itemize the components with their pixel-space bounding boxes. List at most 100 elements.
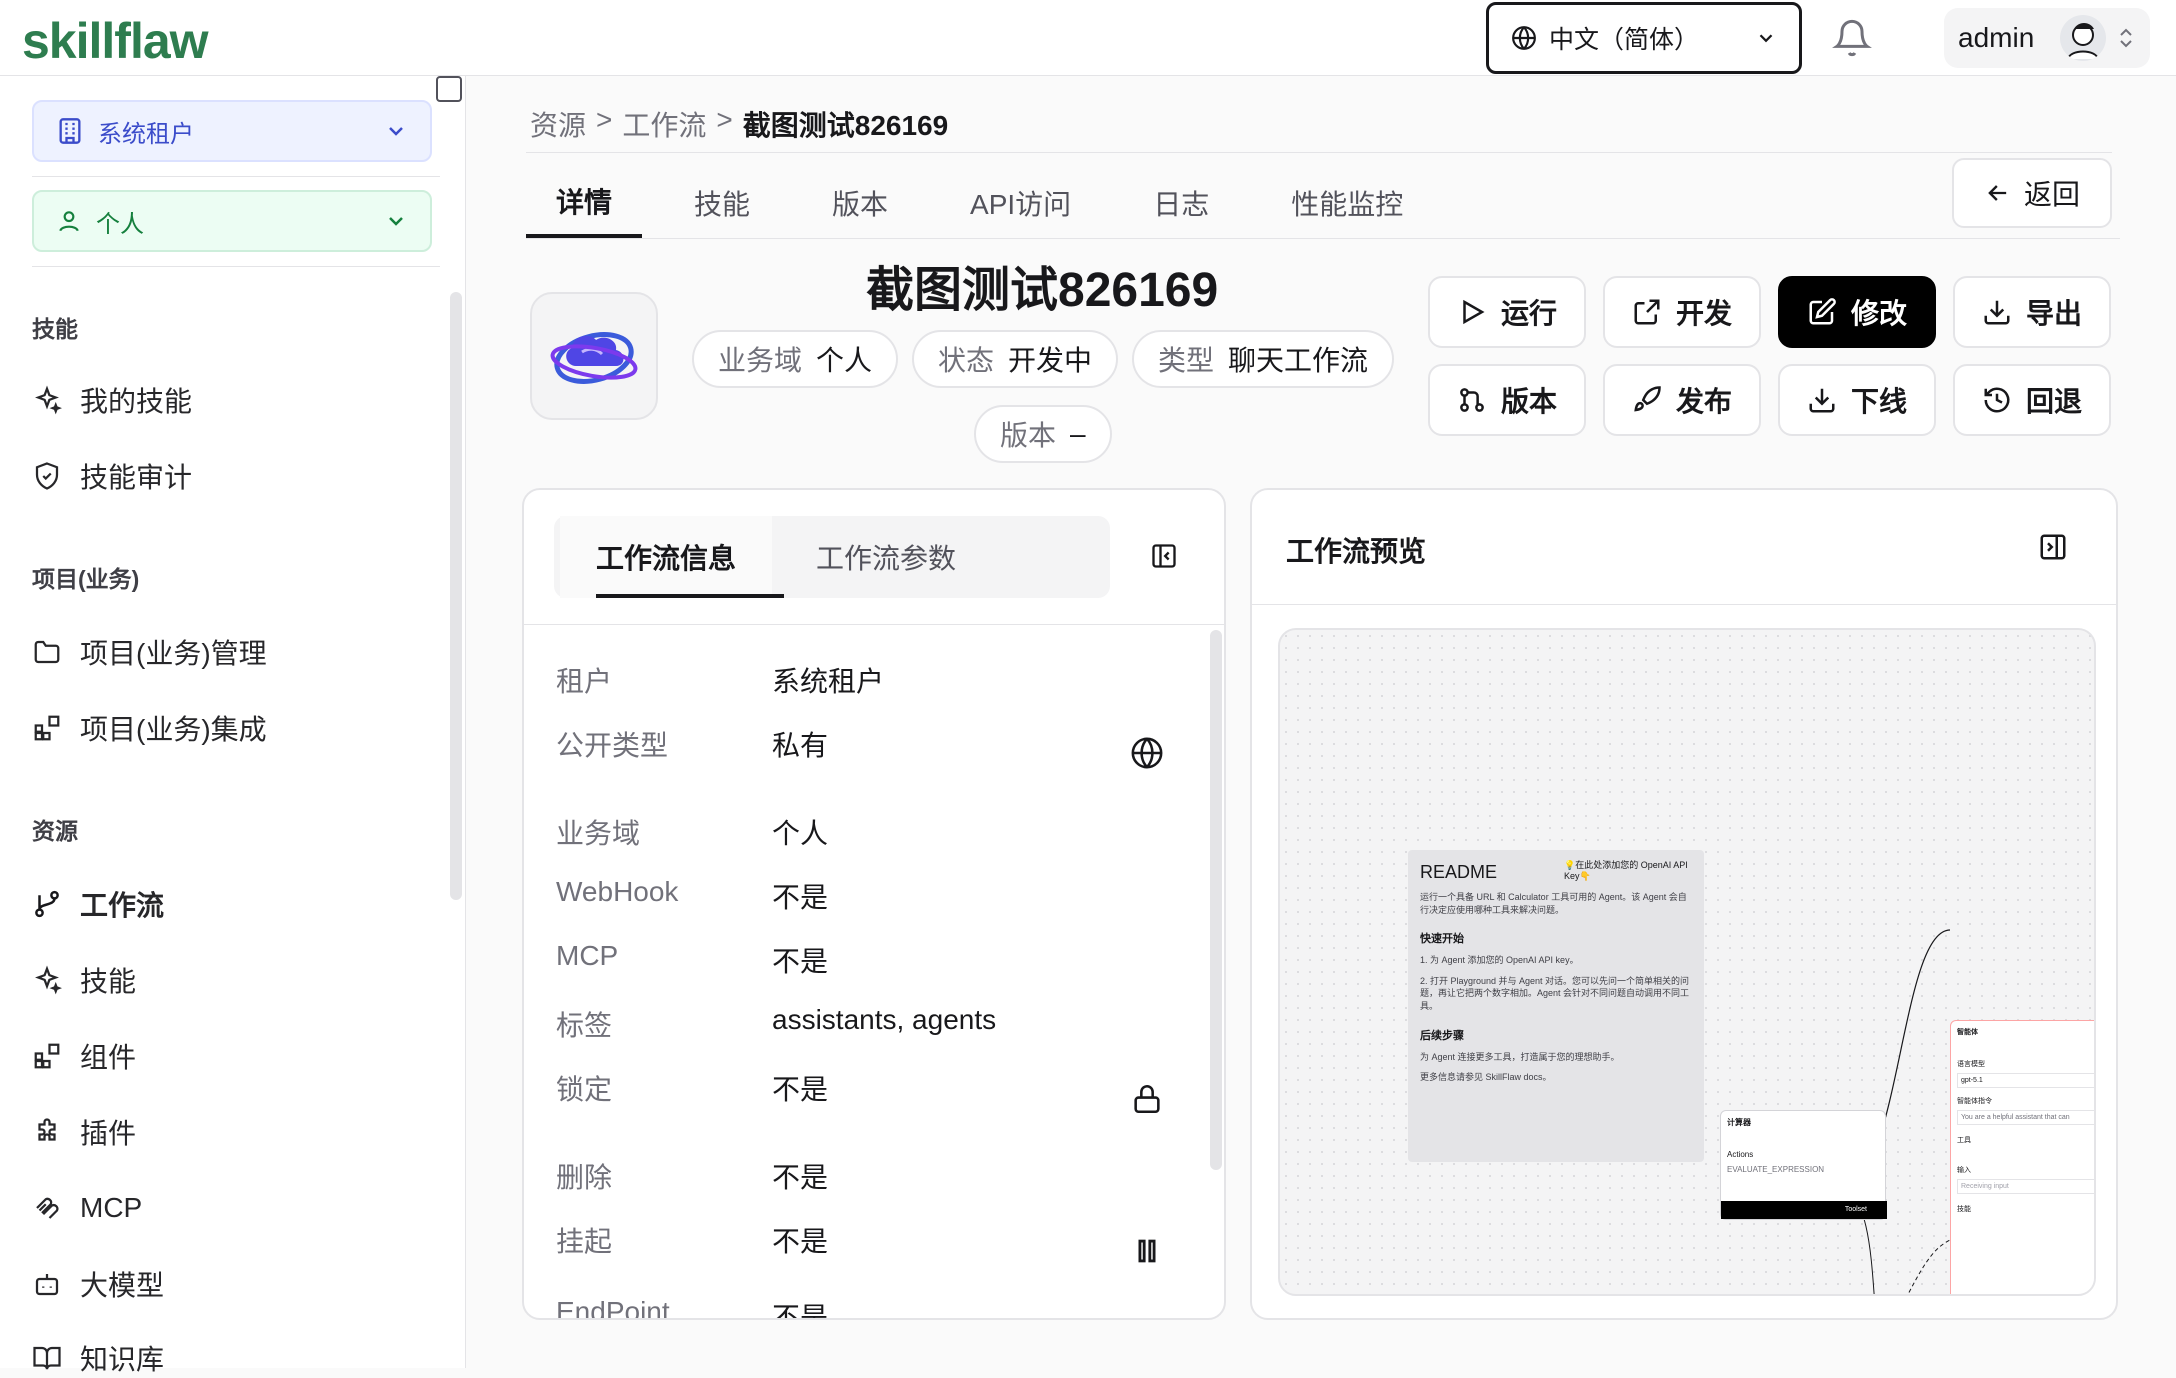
arrow-left-icon xyxy=(1988,185,2007,201)
scope-select[interactable]: 个人 xyxy=(32,190,432,252)
lock-icon[interactable] xyxy=(1130,1082,1164,1116)
readme-hint: 💡在此处添加您的 OpenAI API Key👇 xyxy=(1564,860,1688,881)
node-field-value: gpt-5.1 xyxy=(1957,1073,2094,1088)
sidebar-item-knowledge[interactable]: 知识库 xyxy=(32,1338,164,1378)
edit-label: 修改 xyxy=(1850,298,1907,329)
breadcrumb-workflow[interactable]: 工作流 xyxy=(622,104,706,144)
readme-note[interactable]: README 💡在此处添加您的 OpenAI API Key👇 运行一个具备 U… xyxy=(1408,850,1704,1162)
divider xyxy=(32,266,440,267)
export-label: 导出 xyxy=(2025,298,2082,329)
node-field-label: Actions xyxy=(1727,1150,1754,1159)
git-compare-icon xyxy=(1460,388,1484,412)
divider xyxy=(526,238,2120,239)
user-menu[interactable]: admin xyxy=(1944,8,2150,68)
run-button[interactable]: 运行 xyxy=(1428,276,1586,348)
pause-icon[interactable] xyxy=(1130,1234,1164,1268)
chip-domain: 业务域 个人 xyxy=(692,330,899,388)
tab-details[interactable]: 详情 xyxy=(526,168,643,238)
sidebar-scrollbar[interactable] xyxy=(450,292,462,900)
back-label: 返回 xyxy=(2023,179,2080,210)
sidebar-item-my-skills[interactable]: 我的技能 xyxy=(32,380,192,420)
readme-more: 更多信息请参见 SkillFlaw docs。 xyxy=(1420,1072,1552,1083)
tab-skills[interactable]: 技能 xyxy=(664,168,780,238)
breadcrumb-separator: > xyxy=(716,104,733,135)
node-title: 智能体 xyxy=(1957,1029,1978,1036)
calculator-node[interactable]: 计算器 Actions EVALUATE_EXPRESSION Toolset xyxy=(1720,1110,1887,1220)
panel-collapse-icon[interactable] xyxy=(1150,542,1178,570)
tenant-select[interactable]: 系统租户 xyxy=(32,100,432,162)
row-value: 不是 xyxy=(772,1226,829,1257)
sidebar-item-llm[interactable]: 大模型 xyxy=(32,1264,164,1304)
workflow-preview-card: 工作流预览 README 💡在此处添加您的 OpenAI API Key👇 运行… xyxy=(1250,488,2118,1320)
tab-performance[interactable]: 性能监控 xyxy=(1261,168,1433,238)
sidebar-item-skill-audit[interactable]: 技能审计 xyxy=(32,456,192,496)
edit-button[interactable]: 修改 xyxy=(1778,276,1936,348)
sidebar-item-label: 技能审计 xyxy=(80,462,193,493)
sidebar-item-project-management[interactable]: 项目(业务)管理 xyxy=(32,632,267,672)
tab-api-access[interactable]: API访问 xyxy=(940,168,1101,238)
export-button[interactable]: 导出 xyxy=(1953,276,2111,348)
row-value: 不是 xyxy=(772,882,829,913)
history-icon xyxy=(1984,387,2010,413)
info-row-endpoint: EndPoint 不是 xyxy=(556,1296,828,1318)
sidebar-item-mcp[interactable]: MCP xyxy=(32,1188,142,1228)
rollback-button[interactable]: 回退 xyxy=(1953,364,2111,436)
language-select[interactable]: 中文（简体） xyxy=(1486,2,1802,74)
develop-button[interactable]: 开发 xyxy=(1603,276,1761,348)
sidebar-item-plugins[interactable]: 插件 xyxy=(32,1112,136,1152)
sidebar-item-project-integration[interactable]: 项目(业务)集成 xyxy=(32,708,267,748)
section-skills-title: 技能 xyxy=(32,316,78,342)
tab-workflow-info[interactable]: 工作流信息 xyxy=(560,516,773,598)
chip-type: 类型 聊天工作流 xyxy=(1132,330,1395,388)
readme-quick-start: 快速开始 xyxy=(1420,933,1464,946)
sidebar-collapse-icon[interactable] xyxy=(436,76,462,102)
chip-value: 聊天工作流 xyxy=(1228,345,1369,376)
breadcrumb-current: 截图测试826169 xyxy=(742,110,949,141)
info-row-mcp: MCP 不是 xyxy=(556,940,828,980)
info-segmented-tabs: 工作流信息 工作流参数 xyxy=(554,516,1110,598)
chevron-down-icon xyxy=(1759,34,1773,43)
chip-key: 类型 xyxy=(1158,345,1215,376)
globe-icon[interactable] xyxy=(1130,736,1164,770)
download-icon xyxy=(1984,300,2010,325)
row-key: 标签 xyxy=(556,1010,613,1041)
chip-value: 开发中 xyxy=(1008,345,1093,376)
bot-icon xyxy=(35,1274,59,1296)
workflow-icon xyxy=(530,292,658,420)
breadcrumb: 资源 > 工作流 > 截图测试826169 xyxy=(530,104,948,144)
tab-workflow-params[interactable]: 工作流参数 xyxy=(788,516,984,598)
app-logo[interactable]: skillflaw xyxy=(22,6,209,70)
play-icon xyxy=(1463,299,1485,325)
row-key: 租户 xyxy=(556,666,613,697)
git-branch-icon xyxy=(35,890,59,918)
sidebar-item-workflow[interactable]: 工作流 xyxy=(32,884,164,924)
panel-expand-icon[interactable] xyxy=(2038,532,2068,562)
chip-value: – xyxy=(1070,418,1086,449)
bell-icon[interactable] xyxy=(1832,18,1872,58)
version-button[interactable]: 版本 xyxy=(1428,364,1586,436)
offline-button[interactable]: 下线 xyxy=(1778,364,1936,436)
back-button[interactable]: 返回 xyxy=(1952,158,2112,228)
row-value: 不是 xyxy=(772,1162,829,1193)
readme-step: 1. 为 Agent 添加您的 OpenAI API key。 xyxy=(1420,955,1579,966)
preview-title: 工作流预览 xyxy=(1286,536,1427,567)
tab-versions[interactable]: 版本 xyxy=(802,168,918,238)
tab-logs[interactable]: 日志 xyxy=(1123,168,1239,238)
external-link-icon xyxy=(1634,299,1660,325)
readme-step: 2. 打开 Playground 并与 Agent 对话。您可以先问一个简单相关… xyxy=(1420,975,1690,1011)
sidebar-item-label: 技能 xyxy=(80,966,137,997)
sidebar-item-label: MCP xyxy=(80,1192,143,1223)
mcp-icon xyxy=(36,1197,59,1219)
sidebar-item-components[interactable]: 组件 xyxy=(32,1036,136,1076)
node-field-value: EVALUATE_EXPRESSION xyxy=(1727,1165,1825,1174)
info-scrollbar[interactable] xyxy=(1210,630,1222,1170)
workflow-canvas[interactable]: README 💡在此处添加您的 OpenAI API Key👇 运行一个具备 U… xyxy=(1278,628,2096,1296)
breadcrumb-resources[interactable]: 资源 xyxy=(530,104,586,144)
agent-node[interactable]: 智能体 语言模型 gpt-5.1 智能体指令 You are a helpful… xyxy=(1950,1020,2094,1294)
info-row-tags: 标签 assistants, agents xyxy=(556,1004,996,1044)
chip-key: 业务域 xyxy=(718,345,803,376)
row-key: 锁定 xyxy=(556,1074,613,1105)
sidebar-item-label: 工作流 xyxy=(80,890,165,921)
publish-button[interactable]: 发布 xyxy=(1603,364,1761,436)
sidebar-item-skills[interactable]: 技能 xyxy=(32,960,136,1000)
